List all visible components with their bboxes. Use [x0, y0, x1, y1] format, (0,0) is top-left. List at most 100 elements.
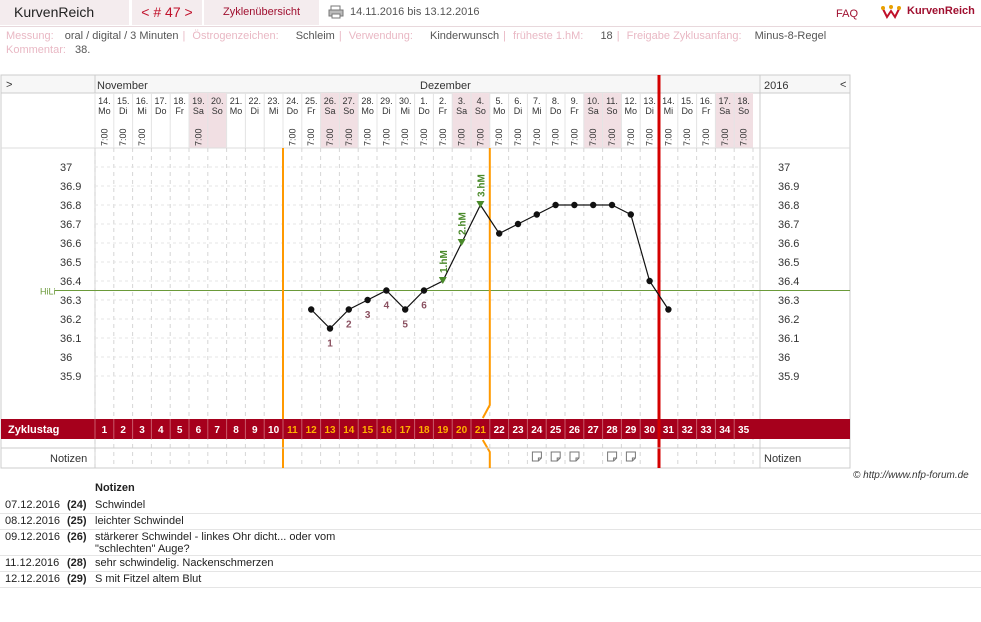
- note-icon[interactable]: [550, 451, 561, 462]
- date-weekday: Di: [514, 106, 523, 116]
- note-date: 12.12.2016: [5, 573, 61, 585]
- note-cycle-day: (24): [67, 499, 87, 511]
- note-icon[interactable]: [625, 451, 636, 462]
- date-weekday: Do: [155, 106, 167, 116]
- note-icon[interactable]: [607, 451, 618, 462]
- date-weekday: Fr: [175, 106, 184, 116]
- y-tick-right: 36.1: [778, 333, 799, 345]
- note-icon[interactable]: [531, 451, 542, 462]
- date-day: 26.: [324, 96, 337, 106]
- cycle-day-number: 23: [512, 425, 524, 436]
- note-icon[interactable]: [569, 451, 580, 462]
- measure-time: 7:00: [306, 128, 316, 146]
- cycle-day-number: 5: [177, 425, 183, 436]
- measure-time: 7:00: [532, 128, 542, 146]
- y-tick-left: 36.7: [60, 219, 81, 231]
- date-day: 16.: [700, 96, 713, 106]
- measure-time: 7:00: [438, 128, 448, 146]
- note-row: 07.12.2016 (24) Schwindel: [0, 497, 981, 514]
- cycle-day-number: 30: [644, 425, 656, 436]
- y-tick-right: 36.4: [778, 276, 799, 288]
- temperature-point: [496, 230, 503, 237]
- date-weekday: So: [738, 106, 749, 116]
- cycle-day-number: 3: [139, 425, 145, 436]
- date-day: 24.: [286, 96, 299, 106]
- measure-time: 7:00: [663, 128, 673, 146]
- low-temp-label: 3: [365, 310, 371, 321]
- date-weekday: Do: [681, 106, 693, 116]
- year-label: 2016: [764, 80, 788, 92]
- y-tick-left: 36.3: [60, 295, 81, 307]
- measure-time: 7:00: [513, 128, 523, 146]
- month-label-december: Dezember: [420, 80, 471, 92]
- date-weekday: Mi: [269, 106, 279, 116]
- y-tick-left: 36.6: [60, 238, 81, 250]
- y-tick-right: 36.7: [778, 219, 799, 231]
- measure-time: 7:00: [607, 128, 617, 146]
- cycle-day-number: 11: [287, 425, 298, 436]
- nav-left-arrow[interactable]: >: [6, 79, 12, 91]
- measure-time: 7:00: [193, 128, 203, 146]
- y-tick-right: 35.9: [778, 371, 799, 383]
- date-weekday: Mo: [361, 106, 374, 116]
- temperature-point: [571, 201, 578, 209]
- y-tick-left: 37: [60, 162, 72, 174]
- high-temp-label: 2.hM: [458, 212, 469, 235]
- measure-time: 7:00: [118, 128, 128, 146]
- month-label-november: November: [97, 80, 148, 92]
- note-date: 07.12.2016: [5, 499, 61, 511]
- cycle-day-number: 19: [437, 425, 449, 436]
- nav-right-arrow[interactable]: <: [840, 79, 846, 91]
- y-tick-left: 36.9: [60, 181, 81, 193]
- date-day: 16.: [136, 96, 149, 106]
- note-cycle-day: (28): [67, 557, 87, 569]
- note-row: 09.12.2016 (26) stärkerer Schwindel - link…: [0, 529, 981, 556]
- low-temp-label: 6: [421, 301, 427, 312]
- cycle-day-number: 8: [233, 425, 239, 436]
- cycle-day-number: 35: [738, 425, 750, 436]
- cycle-day-number: 31: [663, 425, 675, 436]
- cycle-day-number: 6: [196, 425, 202, 436]
- y-tick-right: 36.2: [778, 314, 799, 326]
- measure-time: 7:00: [569, 128, 579, 146]
- date-weekday: So: [606, 106, 617, 116]
- date-weekday: Sa: [588, 106, 599, 116]
- cycle-day-number: 9: [252, 425, 258, 436]
- cycle-day-number: 34: [719, 425, 731, 436]
- temperature-point: [590, 201, 597, 209]
- date-weekday: Fr: [307, 106, 316, 116]
- high-temp-label: 3.hM: [476, 174, 487, 197]
- date-day: 20.: [211, 96, 224, 106]
- date-day: 28.: [361, 96, 374, 106]
- low-temp-label: 4: [384, 301, 390, 312]
- date-weekday: Mo: [625, 106, 638, 116]
- date-day: 17.: [155, 96, 168, 106]
- measure-time: 7:00: [363, 128, 373, 146]
- cycle-day-number: 13: [324, 425, 336, 436]
- date-day: 9.: [571, 96, 579, 106]
- y-tick-right: 37: [778, 162, 790, 174]
- date-weekday: Sa: [456, 106, 467, 116]
- cycle-day-number: 18: [418, 425, 430, 436]
- cycle-day-number: 15: [362, 425, 374, 436]
- date-day: 15.: [681, 96, 694, 106]
- high-temp-label: 1.hM: [439, 250, 450, 273]
- note-text: stärkerer Schwindel - linkes Ohr dicht..…: [95, 531, 336, 555]
- date-weekday: So: [343, 106, 354, 116]
- y-tick-right: 36: [778, 352, 790, 364]
- note-date: 08.12.2016: [5, 515, 61, 527]
- y-tick-left: 36.8: [60, 200, 81, 212]
- temperature-point: [646, 277, 653, 285]
- date-weekday: Mi: [137, 106, 147, 116]
- measure-time: 7:00: [645, 128, 655, 146]
- date-day: 27.: [343, 96, 356, 106]
- temperature-point: [533, 211, 540, 218]
- y-tick-left: 36.2: [60, 314, 81, 326]
- measure-time: 7:00: [325, 128, 335, 146]
- cycle-day-number: 32: [682, 425, 694, 436]
- date-day: 17.: [719, 96, 732, 106]
- date-day: 8.: [552, 96, 560, 106]
- date-weekday: Mo: [493, 106, 506, 116]
- measure-time: 7:00: [626, 128, 636, 146]
- measure-time: 7:00: [682, 128, 692, 146]
